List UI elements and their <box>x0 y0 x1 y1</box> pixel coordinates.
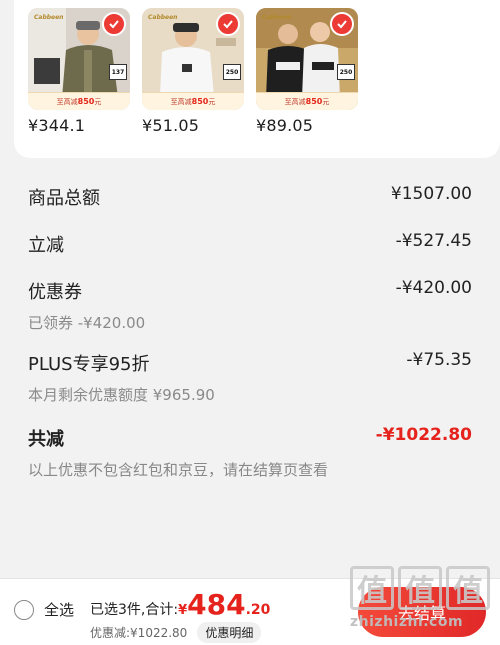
selected-check-icon[interactable] <box>102 12 126 36</box>
radio-circle-icon[interactable] <box>14 599 34 620</box>
price-tag: 250 <box>337 64 355 80</box>
product-item[interactable]: Cabbeen 250 至高减850元 ¥89.05 <box>256 8 358 135</box>
promo-banner: 至高减850元 <box>28 92 130 110</box>
site-watermark: 值 值 值 zhizhizhi.com <box>350 566 494 636</box>
coupon-value: -¥420.00 <box>395 278 472 298</box>
currency-symbol: ¥ <box>178 603 188 618</box>
instant-discount-value: -¥527.45 <box>395 231 472 251</box>
discount-summary: 优惠减:¥1022.80 优惠明细 <box>90 622 262 643</box>
price-tag: 137 <box>109 64 127 80</box>
total-value: ¥1507.00 <box>390 184 472 204</box>
price-tag: 250 <box>223 64 241 80</box>
product-item[interactable]: Cabbeen 250 至高减850元 ¥51.05 <box>142 8 244 135</box>
product-image[interactable]: Cabbeen 250 至高减850元 <box>256 8 358 110</box>
select-all-toggle[interactable]: 全选 <box>14 599 74 620</box>
brand-logo: Cabbeen <box>262 14 292 21</box>
selected-count-label: 已选3件,合计: <box>90 602 179 618</box>
total-discount-label: 共减 <box>28 429 64 450</box>
select-all-label: 全选 <box>44 601 75 619</box>
selected-products-card: Cabbeen 137 至高减850元 ¥344.1 Cabbeen 250 至… <box>14 0 500 158</box>
coupon-sub: 已领券 -¥420.00 <box>28 314 146 332</box>
discount-amount-text: 优惠减:¥1022.80 <box>90 626 188 640</box>
product-item[interactable]: Cabbeen 137 至高减850元 ¥344.1 <box>28 8 130 135</box>
brand-logo: Cabbeen <box>34 14 64 21</box>
plus-discount-value: -¥75.35 <box>406 350 472 370</box>
selected-check-icon[interactable] <box>330 12 354 36</box>
brand-logo: Cabbeen <box>148 14 178 21</box>
promo-banner: 至高减850元 <box>142 92 244 110</box>
discount-detail-button[interactable]: 优惠明细 <box>197 622 262 643</box>
product-image[interactable]: Cabbeen 137 至高减850元 <box>28 8 130 110</box>
total-sum: 已选3件,合计: ¥ 484 .20 <box>90 591 270 619</box>
coupon-label: 优惠券 <box>28 282 82 303</box>
plus-quota-text: 本月剩余优惠额度 ¥965.90 <box>28 386 215 404</box>
product-price: ¥344.1 <box>28 116 86 135</box>
product-image[interactable]: Cabbeen 250 至高减850元 <box>142 8 244 110</box>
total-amount-integer: 484 <box>187 588 246 621</box>
total-amount-decimal: .20 <box>245 602 271 618</box>
plus-discount-label: PLUS专享95折 <box>28 354 150 375</box>
selected-check-icon[interactable] <box>216 12 240 36</box>
promo-banner: 至高减850元 <box>256 92 358 110</box>
total-discount-value: -¥1022.80 <box>375 425 472 445</box>
watermark-url: zhizhizhi.com <box>350 614 464 630</box>
product-price: ¥51.05 <box>142 116 200 135</box>
watermark-logo: 值 值 值 <box>350 566 494 610</box>
total-label: 商品总额 <box>28 188 100 209</box>
discount-note: 以上优惠不包含红包和京豆，请在结算页查看 <box>28 461 329 479</box>
product-price: ¥89.05 <box>256 116 314 135</box>
instant-discount-label: 立减 <box>28 235 64 256</box>
